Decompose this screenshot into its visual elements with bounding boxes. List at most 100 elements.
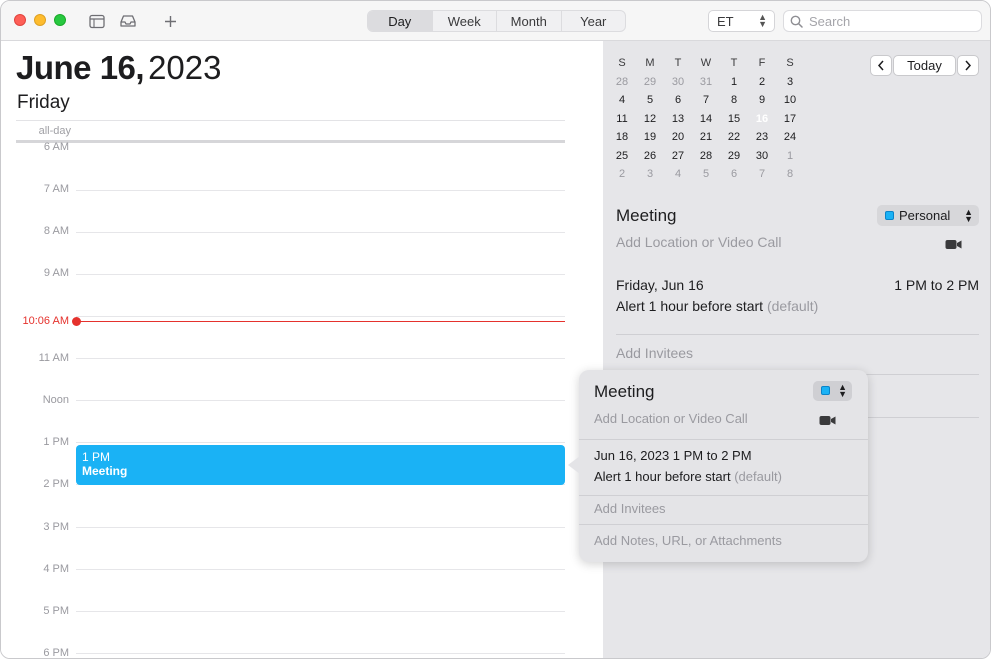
mini-calendar-day[interactable]: 25 <box>610 147 634 165</box>
updown-chevron-icon: ▲ ▼ <box>964 207 973 224</box>
mini-calendar-day[interactable]: 4 <box>610 91 634 109</box>
minimize-window-button[interactable] <box>34 14 46 26</box>
weekday-header: T <box>730 57 738 69</box>
chevron-left-icon <box>877 60 884 71</box>
popover-datetime[interactable]: Jun 16, 2023 1 PM to 2 PM <box>594 448 752 463</box>
search-input[interactable] <box>809 13 969 29</box>
current-time-label: 10:06 AM <box>22 315 69 327</box>
mini-calendar-day[interactable]: 2 <box>610 165 634 183</box>
mini-calendar-day[interactable]: 20 <box>666 128 690 146</box>
calendar-color-swatch <box>885 211 894 220</box>
date-heading: June 16, 2023 <box>16 49 222 87</box>
mini-calendar-day[interactable]: 14 <box>694 110 718 128</box>
mini-calendar-day[interactable]: 21 <box>694 128 718 146</box>
fullscreen-window-button[interactable] <box>54 14 66 26</box>
hour-label: 3 PM <box>43 521 69 533</box>
mini-calendar-day[interactable]: 2 <box>750 73 774 91</box>
popover-alert[interactable]: Alert 1 hour before start (default) <box>594 469 782 484</box>
mini-calendar-day[interactable]: 12 <box>638 110 662 128</box>
popover-add-notes[interactable]: Add Notes, URL, or Attachments <box>594 533 782 548</box>
today-button[interactable]: Today <box>893 55 956 76</box>
mini-calendar-day[interactable]: 28 <box>610 73 634 91</box>
event-date[interactable]: Friday, Jun 16 <box>616 277 704 293</box>
mini-calendar-day[interactable]: 7 <box>750 165 774 183</box>
mini-calendar-day[interactable]: 28 <box>694 147 718 165</box>
timezone-select[interactable]: ET ▲ ▼ <box>708 10 775 32</box>
mini-calendar-day[interactable]: 7 <box>694 91 718 109</box>
mini-calendar-day[interactable]: 5 <box>694 165 718 183</box>
hour-label: 11 AM <box>38 352 69 364</box>
tab-day[interactable]: Day <box>368 11 433 31</box>
allday-label: all-day <box>38 125 71 137</box>
hour-line <box>76 400 565 401</box>
mini-calendar-day[interactable]: 8 <box>722 91 746 109</box>
mini-calendar-day[interactable]: 19 <box>638 128 662 146</box>
event-time-range[interactable]: 1 PM to 2 PM <box>861 277 979 293</box>
search-field[interactable] <box>783 10 982 32</box>
alert-default: (default) <box>766 298 819 314</box>
mini-calendar-day[interactable]: 29 <box>722 147 746 165</box>
next-month-button[interactable] <box>957 55 979 76</box>
mini-calendar-day[interactable]: 1 <box>722 73 746 91</box>
toolbar: Day Week Month Year ET ▲ ▼ <box>1 1 990 41</box>
hour-label: 6 AM <box>43 141 69 153</box>
mini-calendar-day[interactable]: 18 <box>610 128 634 146</box>
mini-calendar-day[interactable]: 15 <box>722 110 746 128</box>
inspector-title[interactable]: Meeting <box>616 206 676 226</box>
divider <box>579 524 868 525</box>
mini-calendar-day[interactable]: 13 <box>666 110 690 128</box>
popover-add-invitees[interactable]: Add Invitees <box>594 501 666 516</box>
mini-calendar-day[interactable]: 6 <box>722 165 746 183</box>
mini-calendar-day[interactable]: 22 <box>722 128 746 146</box>
divider <box>579 439 868 440</box>
mini-calendar-day[interactable]: 23 <box>750 128 774 146</box>
tab-year[interactable]: Year <box>562 11 626 31</box>
previous-month-button[interactable] <box>870 55 892 76</box>
video-camera-icon[interactable] <box>819 413 836 431</box>
tab-month[interactable]: Month <box>497 11 562 31</box>
mini-calendar-day[interactable]: 6 <box>666 91 690 109</box>
popover-location-field[interactable]: Add Location or Video Call <box>594 411 748 426</box>
mini-calendar-day[interactable]: 5 <box>638 91 662 109</box>
popover-arrow <box>568 456 580 474</box>
search-icon <box>790 15 803 28</box>
add-event-icon[interactable] <box>161 12 179 30</box>
mini-calendar-today[interactable]: 16 <box>750 108 774 128</box>
mini-calendar-day[interactable]: 29 <box>638 73 662 91</box>
calendar-list-icon[interactable] <box>88 12 106 30</box>
inbox-icon[interactable] <box>118 12 138 30</box>
calendar-select[interactable]: Personal ▲ ▼ <box>877 205 979 226</box>
location-field[interactable]: Add Location or Video Call <box>616 234 782 250</box>
hour-line <box>76 316 565 317</box>
weekday-header: M <box>645 57 655 69</box>
mini-calendar-day[interactable]: 27 <box>666 147 690 165</box>
mini-calendar-day[interactable]: 8 <box>778 165 802 183</box>
popover-calendar-select[interactable]: ▲ ▼ <box>813 381 852 401</box>
mini-calendar-day[interactable]: 11 <box>610 110 634 128</box>
mini-calendar-day[interactable]: 31 <box>694 73 718 91</box>
mini-calendar-day[interactable]: 17 <box>778 110 802 128</box>
hour-line <box>76 653 565 654</box>
mini-calendar-day[interactable]: 4 <box>666 165 690 183</box>
mini-calendar-day[interactable]: 30 <box>750 147 774 165</box>
weekday-header: T <box>674 57 682 69</box>
video-camera-icon[interactable] <box>945 237 962 255</box>
close-window-button[interactable] <box>14 14 26 26</box>
mini-calendar-day[interactable]: 30 <box>666 73 690 91</box>
mini-calendar-day[interactable]: 3 <box>638 165 662 183</box>
mini-calendar-day[interactable]: 10 <box>778 91 802 109</box>
alert-default: (default) <box>734 469 782 484</box>
mini-calendar-day[interactable]: 26 <box>638 147 662 165</box>
event-time: 1 PM <box>82 450 111 464</box>
add-invitees-field[interactable]: Add Invitees <box>616 345 693 361</box>
tab-week[interactable]: Week <box>433 11 497 31</box>
weekday-header: W <box>700 57 712 69</box>
event-block-meeting[interactable]: 1 PM Meeting <box>76 445 565 485</box>
mini-calendar-day[interactable]: 9 <box>750 91 774 109</box>
mini-calendar-day[interactable]: 3 <box>778 73 802 91</box>
mini-calendar-day[interactable]: 1 <box>778 147 802 165</box>
popover-title[interactable]: Meeting <box>594 382 654 402</box>
mini-calendar-day[interactable]: 24 <box>778 128 802 146</box>
hour-label: 8 AM <box>43 225 69 237</box>
event-alert[interactable]: Alert 1 hour before start (default) <box>616 298 818 314</box>
